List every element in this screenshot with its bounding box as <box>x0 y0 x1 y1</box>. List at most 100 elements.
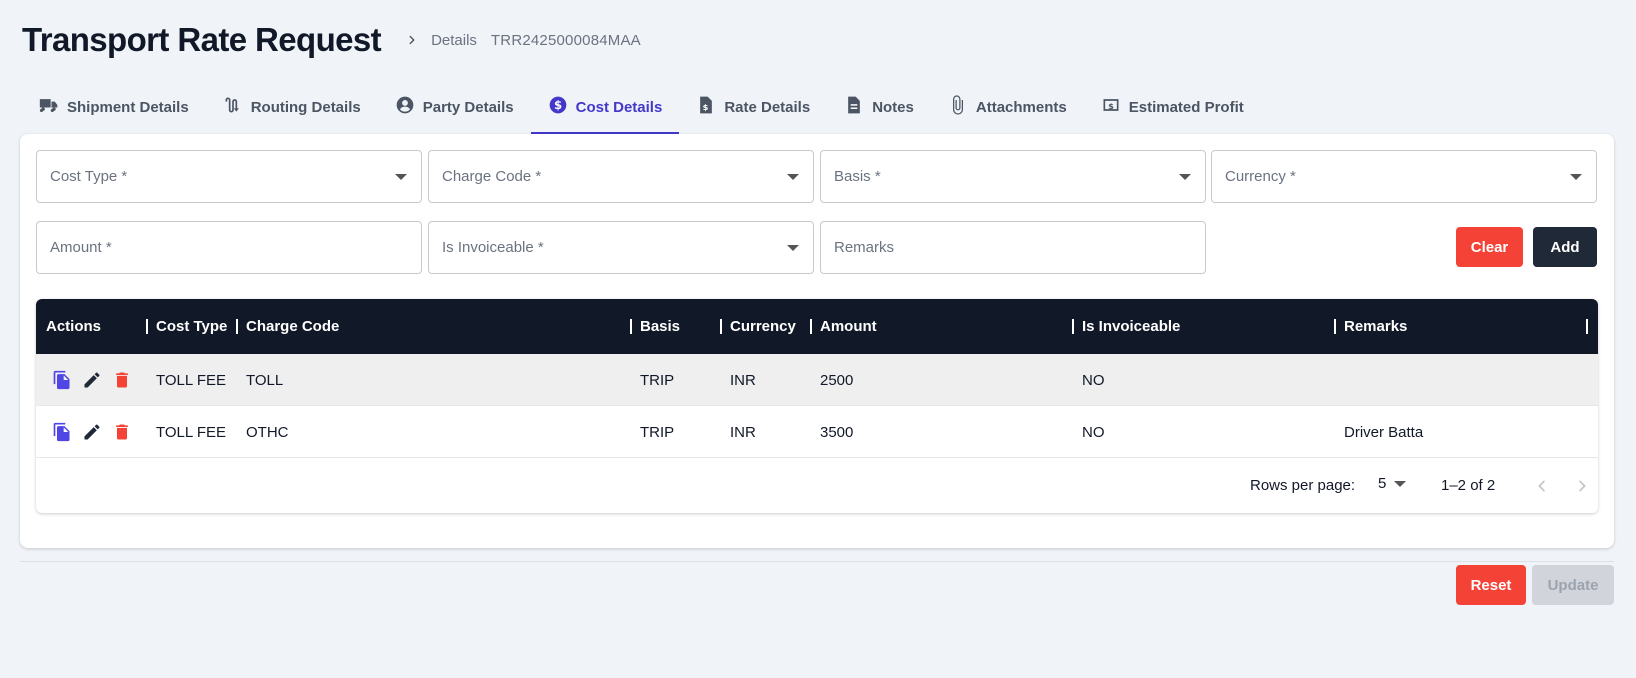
invoice-document-icon: $ <box>696 95 716 119</box>
tab-label: Routing Details <box>250 98 361 116</box>
cost-table: Actions Cost Type Charge Code Basis Curr… <box>36 299 1598 513</box>
delete-trash-icon[interactable] <box>112 370 132 390</box>
tab-routing-details[interactable]: Routing Details <box>206 80 378 134</box>
update-button[interactable]: Update <box>1532 565 1614 605</box>
edit-pencil-icon[interactable] <box>82 370 102 390</box>
dollar-circle-icon: $ <box>548 95 568 119</box>
tab-label: Shipment Details <box>67 98 189 116</box>
caret-down-icon <box>1394 480 1407 487</box>
charge-code-placeholder: Charge Code * <box>442 168 542 185</box>
notes-document-icon <box>844 95 864 119</box>
remarks-field[interactable] <box>820 221 1206 274</box>
column-resize-handle[interactable] <box>1072 319 1074 334</box>
cell-amount: 3500 <box>820 423 854 441</box>
remarks-input[interactable] <box>834 222 1205 273</box>
rows-per-page-label: Rows per page: <box>1250 477 1356 494</box>
column-header-charge-code[interactable]: Charge Code <box>236 299 339 354</box>
account-circle-icon <box>395 95 415 119</box>
cell-cost-type: TOLL FEE <box>156 371 227 389</box>
amount-field[interactable] <box>36 221 422 274</box>
tab-estimated-profit[interactable]: $ Estimated Profit <box>1084 80 1261 134</box>
column-header-amount[interactable]: Amount <box>810 299 877 354</box>
column-resize-handle[interactable] <box>236 319 238 334</box>
chevron-left-icon[interactable] <box>1530 474 1554 498</box>
currency-placeholder: Currency * <box>1225 168 1296 185</box>
svg-text:$: $ <box>554 98 562 112</box>
add-button[interactable]: Add <box>1533 227 1597 267</box>
cell-currency: INR <box>730 371 756 389</box>
column-resize-handle[interactable] <box>1334 319 1336 334</box>
is-invoiceable-select[interactable]: Is Invoiceable * <box>428 221 814 274</box>
paperclip-icon <box>948 95 968 119</box>
copy-icon[interactable] <box>52 422 72 442</box>
breadcrumb-request-id: TRR2425000084MAA <box>490 31 641 49</box>
column-resize-handle[interactable] <box>630 319 632 334</box>
chevron-right-icon[interactable] <box>1570 474 1594 498</box>
cell-cost-type: TOLL FEE <box>156 423 227 441</box>
caret-down-icon <box>1570 173 1582 180</box>
chevron-right-icon <box>401 29 423 51</box>
cost-type-select[interactable]: Cost Type * <box>36 150 422 203</box>
cell-charge-code: OTHC <box>246 423 289 441</box>
tab-cost-details[interactable]: $ Cost Details <box>530 80 680 134</box>
reset-button[interactable]: Reset <box>1456 565 1526 605</box>
svg-text:$: $ <box>703 102 709 112</box>
cost-type-placeholder: Cost Type * <box>50 168 128 185</box>
charge-code-select[interactable]: Charge Code * <box>428 150 814 203</box>
table-row: TOLL FEE OTHC TRIP INR 3500 NO Driver Ba… <box>36 406 1598 458</box>
column-resize-handle[interactable] <box>810 319 812 334</box>
cell-charge-code: TOLL <box>246 371 284 389</box>
caret-down-icon <box>787 173 799 180</box>
money-bill-icon: $ <box>1101 95 1121 119</box>
table-header: Actions Cost Type Charge Code Basis Curr… <box>36 299 1598 354</box>
amount-input[interactable] <box>50 222 421 273</box>
tab-rate-details[interactable]: $ Rate Details <box>679 80 827 134</box>
tab-attachments[interactable]: Attachments <box>931 80 1084 134</box>
tab-label: Party Details <box>422 98 514 116</box>
table-row: TOLL FEE TOLL TRIP INR 2500 NO <box>36 354 1598 406</box>
tab-label: Cost Details <box>575 98 663 116</box>
cost-details-card: Cost Type * Charge Code * Basis * Curren… <box>20 134 1614 548</box>
column-resize-handle[interactable] <box>720 319 722 334</box>
column-header-remarks[interactable]: Remarks <box>1334 299 1407 354</box>
tab-shipment-details[interactable]: Shipment Details <box>22 80 206 134</box>
tab-notes[interactable]: Notes <box>827 80 931 134</box>
caret-down-icon <box>395 173 407 180</box>
table-pagination: Rows per page: 5 1–2 of 2 <box>36 458 1598 513</box>
cell-amount: 2500 <box>820 371 854 389</box>
clear-button[interactable]: Clear <box>1456 227 1523 267</box>
rows-per-page-select[interactable]: 5 <box>1378 475 1407 492</box>
page-header: Transport Rate Request Details TRR242500… <box>22 18 641 62</box>
column-header-is-invoiceable[interactable]: Is Invoiceable <box>1072 299 1180 354</box>
caret-down-icon <box>787 244 799 251</box>
copy-icon[interactable] <box>52 370 72 390</box>
is-invoiceable-placeholder: Is Invoiceable * <box>442 239 544 256</box>
column-resize-handle[interactable] <box>1586 319 1588 334</box>
pagination-range: 1–2 of 2 <box>1441 477 1496 494</box>
column-header-actions[interactable]: Actions <box>46 299 101 354</box>
basis-placeholder: Basis * <box>834 168 881 185</box>
column-header-currency[interactable]: Currency <box>720 299 796 354</box>
caret-down-icon <box>1179 173 1191 180</box>
footer-divider <box>20 561 1614 562</box>
cell-is-invoiceable: NO <box>1082 371 1105 389</box>
tab-label: Attachments <box>975 98 1067 116</box>
currency-select[interactable]: Currency * <box>1211 150 1597 203</box>
column-header-basis[interactable]: Basis <box>630 299 680 354</box>
route-icon <box>223 95 243 119</box>
column-header-cost-type[interactable]: Cost Type <box>146 299 227 354</box>
svg-text:$: $ <box>1108 101 1114 111</box>
cell-currency: INR <box>730 423 756 441</box>
tab-label: Notes <box>872 98 914 116</box>
delete-trash-icon[interactable] <box>112 422 132 442</box>
tab-bar: Shipment Details Routing Details Party D… <box>22 80 1261 134</box>
tab-label: Estimated Profit <box>1128 98 1244 116</box>
breadcrumb-label[interactable]: Details <box>431 32 477 49</box>
cell-remarks: Driver Batta <box>1344 423 1424 441</box>
cell-is-invoiceable: NO <box>1082 423 1105 441</box>
row-actions <box>52 354 132 406</box>
basis-select[interactable]: Basis * <box>820 150 1206 203</box>
column-resize-handle[interactable] <box>146 319 148 334</box>
tab-party-details[interactable]: Party Details <box>378 80 531 134</box>
edit-pencil-icon[interactable] <box>82 422 102 442</box>
